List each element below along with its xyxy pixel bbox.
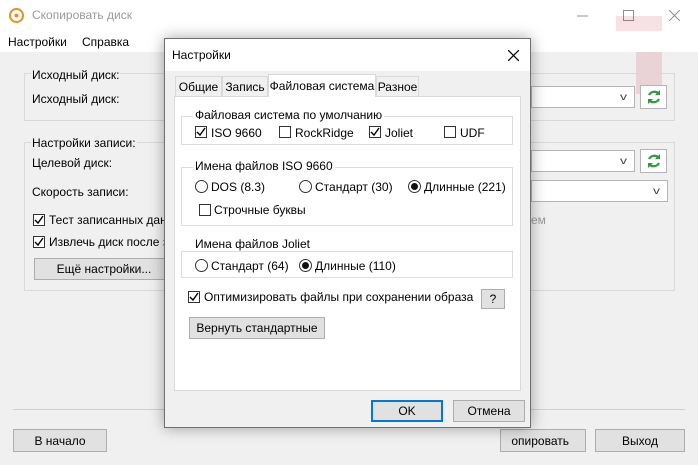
checkmark-icon bbox=[34, 215, 44, 225]
iso-names-title: Имена файлов ISO 9660 bbox=[193, 159, 335, 173]
app-logo-icon bbox=[9, 8, 24, 23]
target-refresh-button[interactable] bbox=[640, 149, 667, 173]
iso-names-group bbox=[181, 167, 513, 226]
exit-button[interactable]: Выход bbox=[595, 429, 685, 452]
checkmark-icon bbox=[189, 292, 199, 302]
main-window-title: Скопировать диск bbox=[32, 8, 132, 22]
radio-dot bbox=[302, 262, 309, 269]
fs-default-title: Файловая система по умолчанию bbox=[193, 108, 385, 122]
source-group-title: Исходный диск: bbox=[31, 68, 121, 82]
dialog-close-button[interactable] bbox=[503, 45, 523, 65]
iso-long-label: Длинные (221) bbox=[424, 180, 506, 194]
chevron-down-icon: v bbox=[653, 186, 660, 197]
joliet-long-label: Длинные (110) bbox=[315, 259, 396, 273]
ok-button[interactable]: OK bbox=[371, 400, 443, 422]
source-disk-select[interactable]: v bbox=[531, 86, 635, 108]
joliet-checkbox[interactable] bbox=[369, 126, 381, 138]
lowercase-checkbox[interactable] bbox=[199, 204, 211, 216]
checkmark-icon bbox=[370, 127, 380, 137]
refresh-icon bbox=[647, 90, 660, 104]
iso-standard-label: Стандарт (30) bbox=[315, 180, 393, 194]
iso9660-checkbox[interactable] bbox=[195, 126, 207, 138]
cancel-button[interactable]: Отмена bbox=[453, 400, 525, 422]
iso-long-radio[interactable] bbox=[408, 180, 421, 193]
menu-help[interactable]: Справка bbox=[82, 35, 129, 49]
joliet-long-radio[interactable] bbox=[299, 259, 312, 272]
rockridge-checkbox[interactable] bbox=[279, 126, 291, 138]
more-settings-button[interactable]: Ещё настройки... bbox=[34, 258, 174, 280]
test-data-checkbox[interactable] bbox=[33, 214, 45, 226]
close-icon bbox=[507, 49, 519, 61]
iso-standard-radio[interactable] bbox=[299, 180, 312, 193]
partial-option-text: ем bbox=[531, 213, 546, 227]
udf-label: UDF bbox=[460, 126, 485, 140]
minimize-button[interactable] bbox=[559, 0, 605, 31]
radio-dot bbox=[411, 183, 418, 190]
joliet-standard-label: Стандарт (64) bbox=[211, 259, 289, 273]
tab-misc[interactable]: Разное bbox=[376, 76, 419, 96]
checkmark-icon bbox=[34, 237, 44, 247]
close-icon bbox=[668, 10, 680, 21]
optimize-label: Оптимизировать файлы при сохранении обра… bbox=[204, 290, 474, 304]
settings-dialog: Настройки Общие Запись Файловая система … bbox=[164, 38, 531, 428]
joliet-label: Joliet bbox=[385, 126, 414, 140]
tab-write[interactable]: Запись bbox=[222, 76, 268, 96]
chevron-down-icon: v bbox=[620, 92, 627, 103]
write-group-title: Настройки записи: bbox=[31, 136, 137, 150]
copy-button[interactable]: опировать bbox=[500, 429, 586, 452]
chevron-down-icon: v bbox=[620, 156, 627, 167]
write-speed-label: Скорость записи: bbox=[32, 185, 129, 199]
minimize-icon bbox=[576, 15, 588, 17]
rockridge-label: RockRidge bbox=[295, 126, 354, 140]
iso-dos-label: DOS (8.3) bbox=[211, 180, 266, 194]
iso9660-label: ISO 9660 bbox=[211, 126, 262, 140]
test-data-label: Тест записанных данны bbox=[49, 213, 182, 227]
iso-dos-radio[interactable] bbox=[195, 180, 208, 193]
reset-defaults-button[interactable]: Вернуть стандартные bbox=[189, 317, 325, 339]
joliet-standard-radio[interactable] bbox=[195, 259, 208, 272]
target-disk-select[interactable]: v bbox=[531, 150, 635, 172]
eject-disk-checkbox[interactable] bbox=[33, 236, 45, 248]
write-speed-select[interactable]: v bbox=[531, 180, 668, 202]
source-disk-label: Исходный диск: bbox=[32, 92, 120, 106]
udf-checkbox[interactable] bbox=[444, 126, 456, 138]
optimize-checkbox[interactable] bbox=[188, 291, 200, 303]
tab-general[interactable]: Общие bbox=[175, 76, 222, 96]
checkmark-icon bbox=[196, 127, 206, 137]
menu-settings[interactable]: Настройки bbox=[8, 35, 67, 49]
source-refresh-button[interactable] bbox=[640, 85, 667, 109]
lowercase-label: Строчные буквы bbox=[214, 203, 306, 217]
help-button[interactable]: ? bbox=[481, 289, 505, 309]
dialog-title: Настройки bbox=[172, 48, 231, 62]
refresh-icon bbox=[647, 154, 660, 168]
home-button[interactable]: В начало bbox=[13, 429, 107, 452]
tab-filesystem[interactable]: Файловая система bbox=[268, 74, 376, 97]
joliet-names-title: Имена файлов Joliet bbox=[193, 237, 312, 251]
target-disk-label: Целевой диск: bbox=[32, 156, 113, 170]
